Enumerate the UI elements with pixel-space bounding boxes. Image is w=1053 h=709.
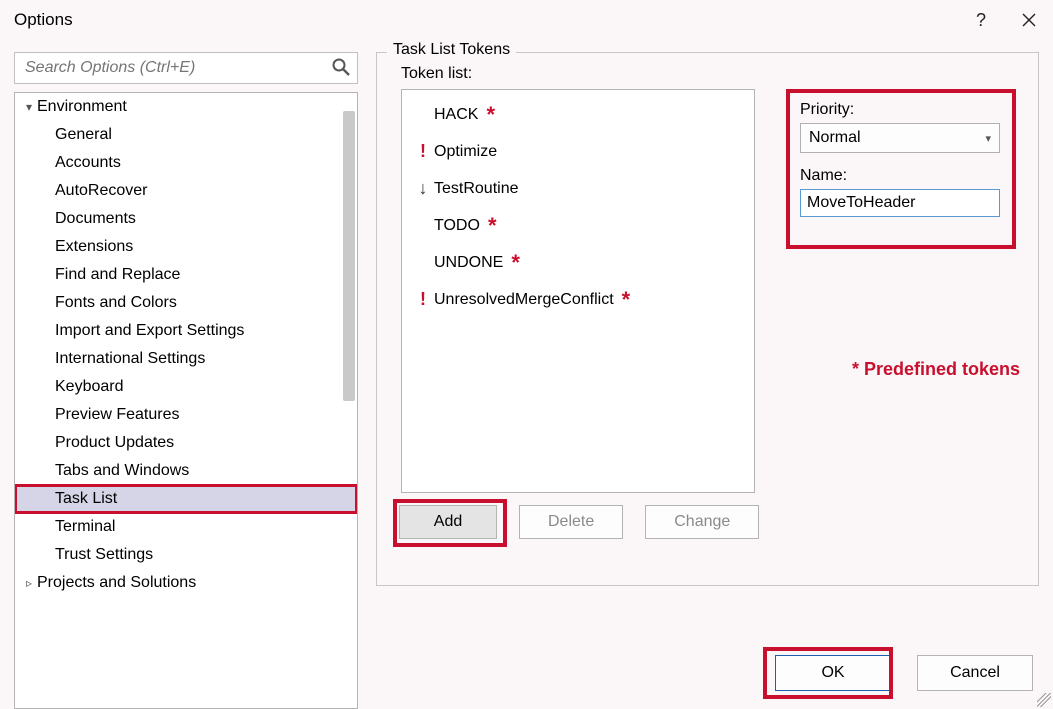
tree-node-label: Keyboard	[55, 378, 124, 396]
add-button[interactable]: Add	[399, 505, 497, 539]
tree-node-terminal[interactable]: Terminal	[15, 513, 357, 541]
help-button[interactable]: ?	[957, 0, 1005, 40]
tree-node-label: Product Updates	[55, 434, 174, 452]
chevron-down-icon: ▾	[985, 132, 991, 145]
tree-node-label: International Settings	[55, 350, 205, 368]
token-buttons-row: Add Delete Change	[399, 505, 759, 539]
tree-node-label: Trust Settings	[55, 546, 153, 564]
tree-node-label: Find and Replace	[55, 266, 180, 284]
tree-node-extensions[interactable]: Extensions	[15, 233, 357, 261]
tree-node-documents[interactable]: Documents	[15, 205, 357, 233]
task-list-tokens-group: Task List Tokens Token list: HACK*!Optim…	[376, 52, 1039, 586]
token-label: TODO	[434, 217, 480, 235]
right-column: Task List Tokens Token list: HACK*!Optim…	[376, 52, 1039, 709]
tree-node-label: Extensions	[55, 238, 133, 256]
token-item[interactable]: UNDONE *	[402, 244, 754, 281]
token-item[interactable]: TODO *	[402, 207, 754, 244]
token-label: Optimize	[434, 143, 497, 161]
ok-button[interactable]: OK	[775, 655, 891, 691]
token-item[interactable]: ↓TestRoutine	[402, 170, 754, 207]
name-label: Name:	[800, 167, 1002, 185]
predefined-star-icon: *	[511, 252, 520, 274]
priority-label: Priority:	[800, 101, 1002, 119]
options-dialog: Options ?	[0, 0, 1053, 709]
search-input[interactable]	[23, 58, 325, 78]
search-input-wrap[interactable]	[14, 52, 358, 84]
token-item[interactable]: !Optimize	[402, 133, 754, 170]
cancel-button[interactable]: Cancel	[917, 655, 1033, 691]
tree-node-label: Import and Export Settings	[55, 322, 244, 340]
tree-node-accounts[interactable]: Accounts	[15, 149, 357, 177]
name-input[interactable]	[800, 189, 1000, 217]
tree-node-trust-settings[interactable]: Trust Settings	[15, 541, 357, 569]
change-button[interactable]: Change	[645, 505, 759, 539]
tree-node-label: General	[55, 126, 112, 144]
delete-button[interactable]: Delete	[519, 505, 623, 539]
tree-node-label: Terminal	[55, 518, 115, 536]
close-button[interactable]	[1005, 0, 1053, 40]
titlebar: Options ?	[0, 0, 1053, 40]
tree-node-import-and-export-settings[interactable]: Import and Export Settings	[15, 317, 357, 345]
tree-scrollbar[interactable]	[343, 111, 355, 401]
tree-node-label: Documents	[55, 210, 136, 228]
token-label: UNDONE	[434, 254, 503, 272]
exclamation-icon: !	[412, 141, 434, 162]
arrow-down-icon: ↓	[412, 178, 434, 199]
dialog-buttons: OK Cancel	[775, 655, 1033, 691]
tree-node-label: Accounts	[55, 154, 121, 172]
token-label: HACK	[434, 106, 478, 124]
tree-node-keyboard[interactable]: Keyboard	[15, 373, 357, 401]
window-title: Options	[14, 10, 957, 30]
predefined-tokens-note: * Predefined tokens	[852, 359, 1020, 380]
token-item[interactable]: !UnresolvedMergeConflict *	[402, 281, 754, 318]
priority-value: Normal	[809, 129, 861, 147]
tree-node-general[interactable]: General	[15, 121, 357, 149]
exclamation-icon: !	[412, 289, 434, 310]
tree-node-environment[interactable]: ▾ Environment	[15, 93, 357, 121]
tree-node-label: Projects and Solutions	[37, 574, 196, 592]
tree-node-label: Task List	[55, 490, 117, 508]
group-title: Task List Tokens	[387, 41, 516, 59]
search-icon	[331, 57, 351, 82]
tree-node-international-settings[interactable]: International Settings	[15, 345, 357, 373]
chevron-right-icon: ▹	[21, 576, 37, 590]
tree-node-fonts-and-colors[interactable]: Fonts and Colors	[15, 289, 357, 317]
tree-node-label: Tabs and Windows	[55, 462, 189, 480]
predefined-star-icon: *	[486, 104, 495, 126]
token-label: TestRoutine	[434, 180, 519, 198]
resize-grip-icon[interactable]	[1037, 693, 1051, 707]
options-tree[interactable]: ▾ Environment General Accounts AutoRecover…	[14, 92, 358, 709]
tree-node-label: AutoRecover	[55, 182, 148, 200]
tree-node-autorecover[interactable]: AutoRecover	[15, 177, 357, 205]
token-label: UnresolvedMergeConflict	[434, 291, 614, 309]
token-list-label: Token list:	[401, 65, 472, 83]
tree-node-label: Environment	[37, 98, 127, 116]
predefined-star-icon: *	[488, 215, 497, 237]
chevron-down-icon: ▾	[21, 100, 37, 114]
left-column: ▾ Environment General Accounts AutoRecover…	[14, 52, 358, 709]
token-item[interactable]: HACK *	[402, 96, 754, 133]
tree-node-label: Fonts and Colors	[55, 294, 177, 312]
tree-node-tabs-and-windows[interactable]: Tabs and Windows	[15, 457, 357, 485]
predefined-star-icon: *	[622, 289, 631, 311]
tree-node-label: Preview Features	[55, 406, 180, 424]
tree-node-product-updates[interactable]: Product Updates	[15, 429, 357, 457]
close-icon	[1022, 13, 1036, 27]
help-icon: ?	[976, 10, 986, 31]
token-list[interactable]: HACK*!Optimize↓TestRoutineTODO*UNDONE*!U…	[401, 89, 755, 493]
tree-node-projects-solutions[interactable]: ▹ Projects and Solutions	[15, 569, 357, 597]
tree-node-preview-features[interactable]: Preview Features	[15, 401, 357, 429]
priority-name-panel: Priority: Normal ▾ Name:	[786, 89, 1016, 249]
tree-node-find-and-replace[interactable]: Find and Replace	[15, 261, 357, 289]
priority-select[interactable]: Normal ▾	[800, 123, 1000, 153]
tree-node-task-list[interactable]: Task List	[15, 485, 357, 513]
